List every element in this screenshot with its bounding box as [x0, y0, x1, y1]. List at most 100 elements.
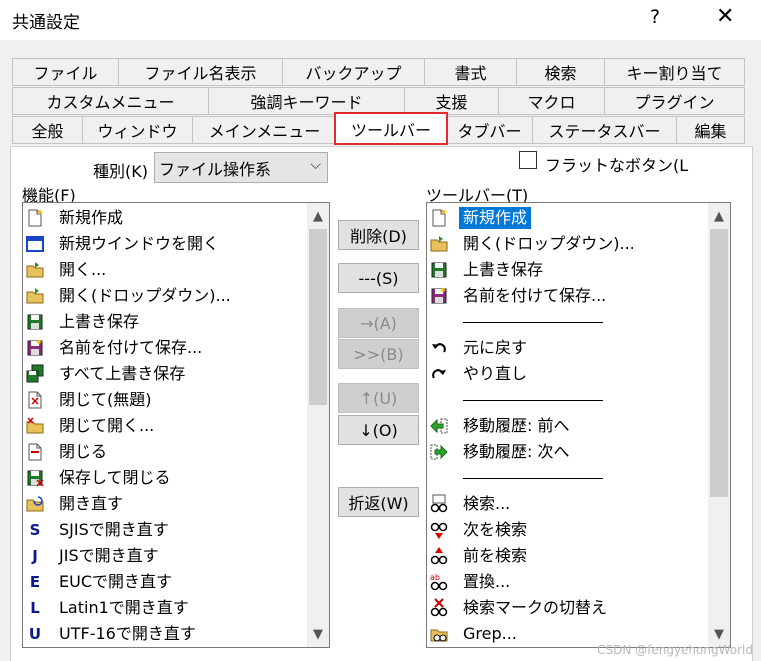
function-list-item[interactable]: L Latin1で開き直す: [25, 595, 193, 621]
toolbar-item-label: 移動履歴: 前へ: [463, 416, 570, 435]
title-bar: 共通設定 ? ✕: [0, 0, 761, 40]
toolbar-list-item[interactable]: 元に戻す: [429, 335, 531, 361]
toolbar-scrollbar[interactable]: ▲ ▼: [708, 203, 730, 647]
tab-row3-3[interactable]: ツールバー: [334, 112, 448, 145]
scroll-up-icon[interactable]: ▲: [307, 205, 329, 227]
function-list-item[interactable]: 上書き保存: [25, 309, 143, 335]
move-up-button[interactable]: ↑(U): [338, 383, 419, 413]
toolbar-list-item[interactable]: 上書き保存: [429, 257, 547, 283]
function-list-item[interactable]: 閉じて(無題): [25, 387, 156, 413]
function-list-item[interactable]: 閉じる: [25, 439, 111, 465]
toolbar-item-label: 前を検索: [463, 546, 528, 565]
scroll-up-icon[interactable]: ▲: [708, 205, 730, 227]
find-next-icon: [429, 520, 449, 540]
function-item-label: 開く...: [59, 260, 107, 279]
function-list-item[interactable]: 新規作成: [25, 205, 127, 231]
toolbar-list-item[interactable]: 名前を付けて保存...: [429, 283, 610, 309]
functions-scroll-thumb[interactable]: [309, 229, 327, 405]
find-prev-icon: [429, 546, 449, 566]
flat-button-checkbox[interactable]: [519, 151, 537, 169]
toolbar-list-item[interactable]: やり直し: [429, 361, 531, 387]
function-item-label: すべて上書き保存: [59, 364, 186, 383]
function-list-item[interactable]: 開く...: [25, 257, 110, 283]
toolbar-separator[interactable]: [429, 387, 603, 413]
function-list-item[interactable]: 閉じて開く...: [25, 413, 158, 439]
toolbar-list-item[interactable]: 移動履歴: 次へ: [429, 439, 573, 465]
tab-row2-2[interactable]: 支援: [404, 87, 499, 115]
grep-icon: [429, 624, 449, 644]
tab-row1-1[interactable]: ファイル名表示: [118, 58, 283, 86]
tab-row2-3[interactable]: マクロ: [498, 87, 605, 115]
function-item-label: JISで開き直す: [59, 546, 159, 565]
toolbar-list-item[interactable]: 移動履歴: 前へ: [429, 413, 573, 439]
toolbar-separator[interactable]: [429, 309, 603, 335]
function-list-item[interactable]: 開く(ドロップダウン)...: [25, 283, 235, 309]
jis-icon: J: [32, 547, 38, 565]
tab-row2-4[interactable]: プラグイン: [604, 87, 745, 115]
open-folder-icon: [25, 260, 45, 280]
function-list-item[interactable]: 開き直す: [25, 491, 127, 517]
function-item-label: 名前を付けて保存...: [59, 338, 203, 357]
tab-row2-0[interactable]: カスタムメニュー: [12, 87, 209, 115]
functions-scrollbar[interactable]: ▲ ▼: [307, 203, 329, 647]
save-icon: [25, 312, 45, 332]
tab-row3-0[interactable]: 全般: [12, 116, 83, 144]
toolbar-separator[interactable]: [429, 465, 603, 491]
help-button[interactable]: ?: [650, 6, 660, 28]
new-document-icon: [429, 208, 449, 228]
search-icon: [429, 494, 449, 514]
toolbar-item-label: 開く(ドロップダウン)...: [463, 234, 635, 253]
tab-row1-4[interactable]: 検索: [516, 58, 605, 86]
tab-row3-4[interactable]: タブバー: [446, 116, 533, 144]
tab-row3-6[interactable]: 編集: [676, 116, 745, 144]
tab-row2-1[interactable]: 強調キーワード: [208, 87, 405, 115]
tab-row1-2[interactable]: バックアップ: [282, 58, 425, 86]
toolbar-scroll-thumb[interactable]: [710, 229, 728, 497]
window-title: 共通設定: [12, 13, 80, 33]
tab-row1-5[interactable]: キー割り当て: [604, 58, 745, 86]
history-forward-icon: [429, 442, 449, 462]
save-icon: [429, 260, 449, 280]
tab-row3-1[interactable]: ウィンドウ: [82, 116, 193, 144]
toolbar-list[interactable]: 新規作成開く(ドロップダウン)... 上書き保存名前を付けて保存... 元に戻す やり…: [426, 202, 731, 648]
function-list-item[interactable]: すべて上書き保存: [25, 361, 189, 387]
save-close-icon: [25, 468, 45, 488]
category-select[interactable]: ファイル操作系 ⌵: [154, 152, 328, 183]
toolbar-list-item[interactable]: 開く(ドロップダウン)...: [429, 231, 639, 257]
toolbar-list-item[interactable]: 次を検索: [429, 517, 531, 543]
insert-button[interactable]: >>(B): [338, 339, 419, 369]
tab-row1-0[interactable]: ファイル: [12, 58, 119, 86]
close-button[interactable]: ✕: [716, 4, 734, 29]
tab-row3-2[interactable]: メインメニュー: [192, 116, 337, 144]
toolbar-list-item[interactable]: ab 置換...: [429, 569, 514, 595]
function-item-label: Latin1で開き直す: [59, 598, 189, 617]
function-list-item[interactable]: 新規ウインドウを開く: [25, 231, 223, 257]
save-as-icon: [429, 286, 449, 306]
add-button[interactable]: →(A): [338, 308, 419, 338]
functions-list[interactable]: 新規作成 新規ウインドウを開く開く... 開く(ドロップダウン)... 上書き保存名前…: [22, 202, 330, 648]
separator-button[interactable]: ---(S): [338, 263, 419, 293]
function-list-item[interactable]: E EUCで開き直す: [25, 569, 176, 595]
function-list-item[interactable]: 保存して閉じる: [25, 465, 175, 491]
toolbar-list-item[interactable]: 前を検索: [429, 543, 531, 569]
toolbar-item-label: 名前を付けて保存...: [463, 286, 607, 305]
scroll-down-icon[interactable]: ▼: [307, 623, 329, 645]
function-list-item[interactable]: S SJISで開き直す: [25, 517, 173, 543]
wrap-button[interactable]: 折返(W): [338, 487, 419, 517]
function-list-item[interactable]: 名前を付けて保存...: [25, 335, 206, 361]
function-list-item[interactable]: J JISで開き直す: [25, 543, 163, 569]
open-dropdown-icon: [25, 286, 45, 306]
tab-row1-3[interactable]: 書式: [424, 58, 517, 86]
function-list-item[interactable]: U UTF-16で開き直す: [25, 621, 200, 647]
scroll-down-icon[interactable]: ▼: [708, 623, 730, 645]
delete-button[interactable]: 削除(D): [338, 220, 419, 250]
tab-row3-5[interactable]: ステータスバー: [532, 116, 677, 144]
toolbar-list-item[interactable]: 検索...: [429, 491, 514, 517]
reopen-icon: [25, 494, 45, 514]
toolbar-list-item[interactable]: 新規作成: [429, 205, 532, 231]
category-label: 種別(K): [93, 162, 148, 181]
toolbar-list-item[interactable]: 検索マークの切替え: [429, 595, 611, 621]
move-down-button[interactable]: ↓(O): [338, 415, 419, 445]
toolbar-list-item[interactable]: Grep...: [429, 621, 521, 647]
chevron-down-icon: ⌵: [310, 157, 321, 173]
